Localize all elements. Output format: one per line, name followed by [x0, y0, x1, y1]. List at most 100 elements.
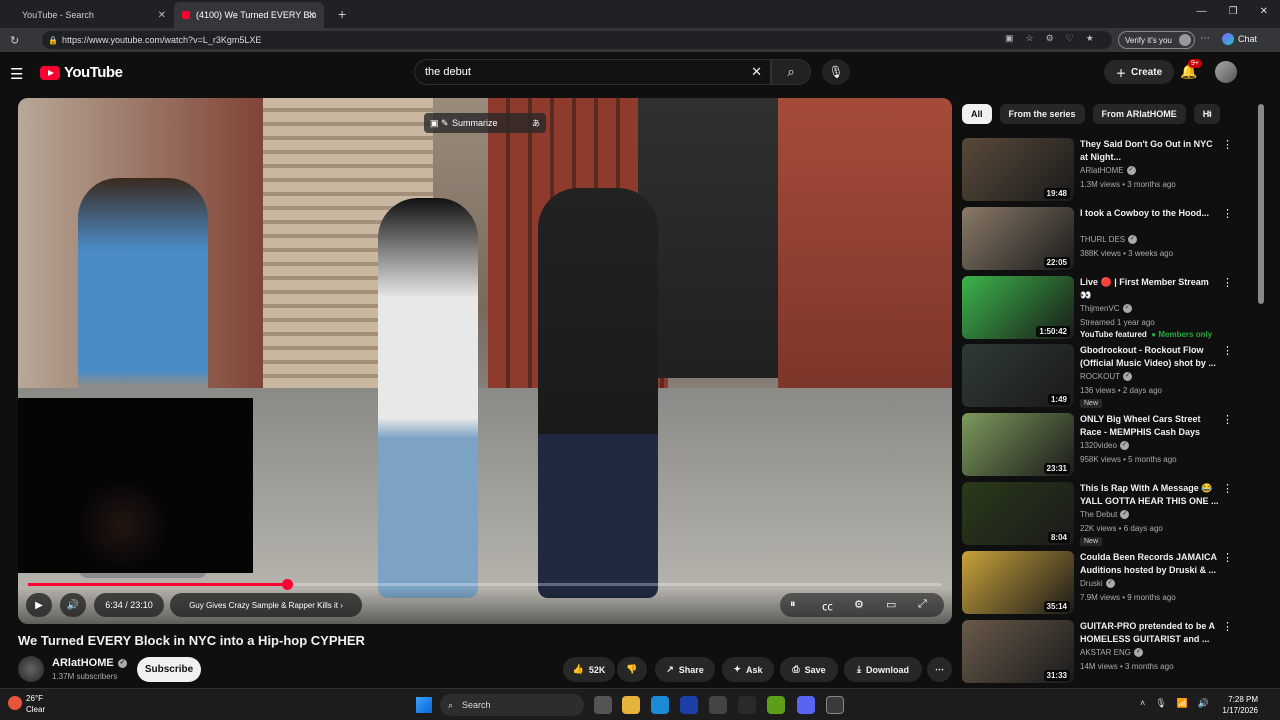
recommendation-channel[interactable]: ARlatHOME ✓ — [1080, 166, 1136, 175]
edge-browser-icon[interactable] — [651, 696, 669, 714]
autoplay-toggle-icon[interactable]: ⏸ — [790, 598, 796, 611]
recommendation-title[interactable]: I took a Cowboy to the Hood... — [1080, 207, 1220, 220]
more-vertical-icon[interactable]: ⋮ — [1222, 207, 1233, 220]
voice-search-button[interactable]: 🎙 — [822, 59, 850, 85]
terminal-icon[interactable] — [738, 696, 756, 714]
system-clock[interactable]: 7:28 PM 1/17/2026 — [1214, 694, 1258, 716]
new-tab-icon[interactable]: + — [338, 6, 346, 22]
fullscreen-icon[interactable]: ⤢ — [918, 598, 927, 611]
close-window-icon[interactable]: ✕ — [1260, 6, 1268, 17]
minimize-icon[interactable]: — — [1197, 6, 1207, 17]
ask-button[interactable]: ✦ Ask — [722, 657, 774, 682]
channel-name-link[interactable]: ARlatHOME ✓ — [52, 657, 127, 669]
chip-from-series[interactable]: From the series — [999, 104, 1085, 124]
url-input[interactable]: 🔒 https://www.youtube.com/watch?v=L_r3Kg… — [42, 31, 1112, 49]
create-button[interactable]: ＋ Create — [1104, 60, 1175, 84]
save-button[interactable]: ⎙ Save — [780, 657, 838, 682]
close-icon[interactable]: ✕ — [308, 10, 316, 21]
favorite-star-icon[interactable]: ☆ — [1026, 33, 1034, 44]
recommendation-channel[interactable]: ThijmenVC ✓ — [1080, 303, 1132, 313]
search-input[interactable]: the debut ✕ — [414, 59, 771, 85]
translate-icon[interactable]: あ — [532, 118, 540, 129]
browser-tab-search[interactable]: YouTube - Search ✕ — [14, 2, 174, 28]
favorites-icon[interactable]: ★ — [1086, 33, 1094, 44]
recommendation-title[interactable]: Coulda Been Records JAMAICA Auditions ho… — [1080, 551, 1220, 577]
nvidia-icon[interactable] — [767, 696, 785, 714]
close-icon[interactable]: ✕ — [158, 10, 166, 21]
recommendation-item[interactable]: 19:48 They Said Don't Go Out in NYC at Ni… — [962, 138, 1252, 202]
verify-profile-button[interactable]: Verify it's you — [1118, 31, 1195, 49]
summarize-button[interactable]: ▣ ✎ Summarize あ — [424, 113, 546, 133]
sidebar-scrollbar[interactable] — [1258, 104, 1264, 304]
chip-all[interactable]: All — [962, 104, 992, 124]
miniplayer-icon[interactable]: ▭ — [886, 598, 896, 611]
discord-icon[interactable] — [797, 696, 815, 714]
clear-search-icon[interactable]: ✕ — [751, 64, 762, 80]
obs-icon[interactable] — [826, 696, 844, 714]
chip-partial[interactable]: Hi — [1193, 104, 1220, 124]
chip-from-channel[interactable]: From ARlatHOME — [1092, 104, 1186, 124]
copilot-chat-button[interactable]: Chat — [1222, 33, 1257, 45]
recommendation-title[interactable]: ONLY Big Wheel Cars Street Race - MEMPHI… — [1080, 413, 1220, 439]
refresh-icon[interactable]: ↻ — [10, 34, 19, 47]
microphone-icon[interactable]: 🎙 — [1155, 698, 1166, 709]
chevron-right-icon[interactable]: › — [1208, 108, 1212, 120]
play-button[interactable]: ▶ — [26, 593, 52, 617]
progress-bar[interactable] — [28, 579, 942, 590]
recommendation-channel[interactable]: AKSTAR ENG ✓ — [1080, 647, 1143, 657]
channel-avatar[interactable] — [18, 656, 44, 682]
recommendation-title[interactable]: Gbodrockout - Rockout Flow (Official Mus… — [1080, 344, 1220, 370]
volume-button[interactable]: 🔊 — [60, 593, 86, 617]
recommendation-item[interactable]: 23:31 ONLY Big Wheel Cars Street Race - M… — [962, 413, 1252, 477]
recommendation-channel[interactable]: THURL DES ✓ — [1080, 234, 1138, 244]
recommendation-title[interactable]: Live 🔴 | First Member Stream 👀 — [1080, 276, 1220, 302]
recommendation-channel[interactable]: Druski ✓ — [1080, 578, 1115, 588]
more-actions-button[interactable]: ⋯ — [927, 657, 952, 682]
task-view-icon[interactable] — [594, 696, 612, 714]
more-vertical-icon[interactable]: ⋮ — [1222, 620, 1233, 633]
download-button[interactable]: ⤓ Download — [844, 657, 922, 682]
recommendation-item[interactable]: 1:50:42 Live 🔴 | First Member Stream 👀 ⋮ Th… — [962, 275, 1252, 340]
like-button[interactable]: 👍 52K — [563, 657, 615, 682]
recommendation-title[interactable]: This Is Rap With A Message 😂 YALL GOTTA … — [1080, 482, 1220, 508]
taskbar-search[interactable]: ⌕ Search — [440, 694, 584, 716]
chevron-up-icon[interactable]: ˄ — [1140, 698, 1145, 709]
video-player[interactable] — [18, 98, 952, 624]
weather-widget[interactable]: 26°F Clear — [8, 693, 45, 715]
youtube-logo[interactable]: YouTube — [40, 64, 123, 81]
settings-gear-icon[interactable]: ⚙ — [854, 598, 864, 611]
recommendation-title[interactable]: GUITAR-PRO pretended to be A HOMELESS GU… — [1080, 620, 1220, 646]
app-l-icon[interactable] — [680, 696, 698, 714]
more-vertical-icon[interactable]: ⋮ — [1222, 344, 1233, 357]
recommendation-item[interactable]: 8:04 This Is Rap With A Message 😂 YALL GO… — [962, 482, 1252, 546]
recommendation-title[interactable]: They Said Don't Go Out in NYC at Night..… — [1080, 138, 1220, 164]
chapter-button[interactable]: Guy Gives Crazy Sample & Rapper Kills it… — [170, 593, 362, 617]
dislike-button[interactable]: 👎 — [617, 657, 647, 682]
browser-essentials-icon[interactable]: ♡ — [1066, 33, 1074, 44]
recommendation-item[interactable]: 22:05 I took a Cowboy to the Hood... ⋮ THUR… — [962, 206, 1252, 271]
account-avatar[interactable] — [1215, 61, 1237, 83]
more-vertical-icon[interactable]: ⋮ — [1222, 276, 1233, 289]
browser-tab-video[interactable]: (4100) We Turned EVERY Block in NYC ✕ — [174, 2, 324, 28]
recommendation-channel[interactable]: ROCKOUT ✓ — [1080, 372, 1132, 382]
subscribe-button[interactable]: Subscribe — [137, 657, 201, 682]
captions-icon[interactable]: ㏄ — [822, 598, 833, 614]
more-options-icon[interactable]: ⋯ — [1200, 33, 1210, 44]
wifi-icon[interactable]: 📶 — [1177, 698, 1188, 709]
notifications-button[interactable]: 🔔 9+ — [1180, 59, 1202, 80]
recommendation-item[interactable]: 31:33 GUITAR-PRO pretended to be A HOMELE… — [962, 619, 1252, 684]
recommendation-item[interactable]: 35:14 Coulda Been Records JAMAICA Auditio… — [962, 550, 1252, 615]
maximize-icon[interactable]: ❐ — [1229, 6, 1238, 17]
more-vertical-icon[interactable]: ⋮ — [1222, 551, 1233, 564]
more-vertical-icon[interactable]: ⋮ — [1222, 413, 1233, 426]
search-button[interactable]: ⌕ — [771, 59, 811, 85]
app-icon[interactable] — [709, 696, 727, 714]
recommendation-channel[interactable]: 1320video ✓ — [1080, 441, 1129, 451]
more-vertical-icon[interactable]: ⋮ — [1222, 482, 1233, 495]
app-icon[interactable]: ▣ — [1005, 33, 1014, 44]
file-explorer-icon[interactable] — [622, 696, 640, 714]
speaker-icon[interactable]: 🔊 — [1198, 698, 1209, 709]
windows-start-icon[interactable] — [416, 697, 432, 713]
share-button[interactable]: ↗ Share — [655, 657, 715, 682]
more-vertical-icon[interactable]: ⋮ — [1222, 138, 1233, 151]
